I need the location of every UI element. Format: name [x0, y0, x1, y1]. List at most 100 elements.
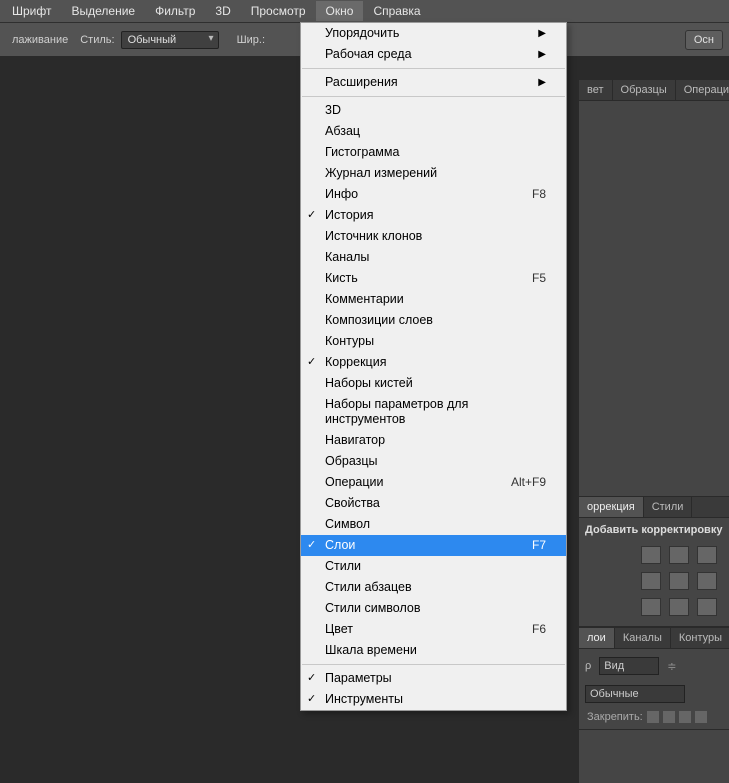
- menu-item[interactable]: КистьF5: [301, 268, 566, 289]
- hue-icon[interactable]: [669, 572, 689, 590]
- menu-item[interactable]: Контуры: [301, 331, 566, 352]
- tab-channels[interactable]: Каналы: [615, 628, 671, 648]
- menu-item[interactable]: Стили: [301, 556, 566, 577]
- menu-item[interactable]: Цвет F6: [301, 619, 566, 640]
- menu-item[interactable]: ОперацииAlt+F9: [301, 472, 566, 493]
- menu-item[interactable]: Журнал измерений: [301, 163, 566, 184]
- lock-all-icon[interactable]: [695, 711, 707, 723]
- tab-swatches[interactable]: Образцы: [613, 80, 676, 100]
- brightness-icon[interactable]: [641, 546, 661, 564]
- menu-item-label: Инфо: [325, 187, 358, 202]
- checkmark-icon: ✓: [307, 671, 316, 686]
- menu-item-label: Стили абзацев: [325, 580, 412, 595]
- blend-mode-select[interactable]: Обычные: [585, 685, 685, 703]
- levels-icon[interactable]: [669, 546, 689, 564]
- checkmark-icon: ✓: [307, 692, 316, 707]
- tab-styles[interactable]: Стили: [644, 497, 693, 517]
- menu-item[interactable]: Свойства: [301, 493, 566, 514]
- menu-item[interactable]: Наборы параметров для инструментов: [301, 394, 566, 430]
- menu-item[interactable]: Навигатор: [301, 430, 566, 451]
- menu-item[interactable]: ✓СлоиF7: [301, 535, 566, 556]
- submenu-arrow-icon: ▶: [538, 26, 546, 41]
- vibrance-icon[interactable]: [641, 572, 661, 590]
- menu-item[interactable]: Стили абзацев: [301, 577, 566, 598]
- menu-filter[interactable]: Фильтр: [145, 1, 205, 21]
- submenu-arrow-icon: ▶: [538, 47, 546, 62]
- menu-item[interactable]: Композиции слоев: [301, 310, 566, 331]
- lock-position-icon[interactable]: [679, 711, 691, 723]
- adjustments-panel: Добавить корректировку: [579, 518, 729, 627]
- menu-item-label: Контуры: [325, 334, 374, 349]
- menu-item-label: Параметры: [325, 671, 392, 686]
- menu-view[interactable]: Просмотр: [241, 1, 316, 21]
- menu-item[interactable]: Расширения ▶: [301, 72, 566, 93]
- menu-3d[interactable]: 3D: [205, 1, 240, 21]
- menu-item[interactable]: Каналы: [301, 247, 566, 268]
- menu-item-label: Журнал измерений: [325, 166, 437, 181]
- menu-item[interactable]: Рабочая среда ▶: [301, 44, 566, 65]
- menu-item[interactable]: Стили символов: [301, 598, 566, 619]
- menu-item[interactable]: Комментарии: [301, 289, 566, 310]
- lock-row: Закрепить:: [581, 707, 727, 727]
- menu-item-label: Абзац: [325, 124, 360, 139]
- checkmark-icon: ✓: [307, 208, 316, 223]
- menu-item-label: Стили символов: [325, 601, 421, 616]
- posterize-icon[interactable]: [669, 598, 689, 616]
- menu-item-label: Гистограмма: [325, 145, 399, 160]
- menu-item-label: Слои: [325, 538, 355, 553]
- menu-item-label: Цвет: [325, 622, 353, 637]
- menu-item-label: Кисть: [325, 271, 358, 286]
- menu-item[interactable]: Шкала времени: [301, 640, 566, 661]
- menu-item[interactable]: Символ: [301, 514, 566, 535]
- layers-tabs: лои Каналы Контуры: [579, 628, 729, 649]
- lock-pixels-icon[interactable]: [647, 711, 659, 723]
- window-dropdown-menu: Упорядочить▶ Рабочая среда ▶ Расширения ▶ 3D А…: [300, 22, 567, 711]
- menu-item[interactable]: ИнфоF8: [301, 184, 566, 205]
- menu-item[interactable]: Источник клонов: [301, 226, 566, 247]
- menu-item-label: История: [325, 208, 373, 223]
- menu-item[interactable]: ✓ Параметры: [301, 668, 566, 689]
- top-tabs: вет Образцы Операции Ис: [579, 80, 729, 101]
- tab-adjustments[interactable]: оррекция: [579, 497, 644, 517]
- layer-kind-select[interactable]: Вид: [599, 657, 659, 675]
- menu-item[interactable]: ✓Коррекция: [301, 352, 566, 373]
- tab-layers[interactable]: лои: [579, 628, 615, 648]
- menu-item[interactable]: Абзац: [301, 121, 566, 142]
- menu-item-label: Комментарии: [325, 292, 404, 307]
- curves-icon[interactable]: [697, 546, 717, 564]
- menu-item[interactable]: ✓Инструменты: [301, 689, 566, 710]
- tab-actions[interactable]: Операции: [676, 80, 729, 100]
- tab-color[interactable]: вет: [579, 80, 613, 100]
- right-panels: вет Образцы Операции Ис оррекция Стили Д…: [578, 80, 729, 783]
- menu-font[interactable]: Шрифт: [2, 1, 61, 21]
- menu-item-label: Символ: [325, 517, 370, 532]
- adjustments-tabs: оррекция Стили: [579, 497, 729, 518]
- balance-icon[interactable]: [697, 572, 717, 590]
- smoothing-label: лаживание: [12, 34, 68, 46]
- invert-icon[interactable]: [641, 598, 661, 616]
- menu-item[interactable]: ✓ История: [301, 205, 566, 226]
- lock-paint-icon[interactable]: [663, 711, 675, 723]
- menu-item-label: Рабочая среда: [325, 47, 412, 62]
- menu-item[interactable]: Упорядочить▶: [301, 23, 566, 44]
- submenu-arrow-icon: ▶: [538, 75, 546, 90]
- menu-item-shortcut: F6: [532, 622, 546, 637]
- style-dropdown[interactable]: Обычный: [121, 31, 219, 49]
- threshold-icon[interactable]: [697, 598, 717, 616]
- layers-panel: ρ Вид ≑ Обычные Закрепить:: [579, 649, 729, 730]
- menu-item[interactable]: Наборы кистей: [301, 373, 566, 394]
- menu-item[interactable]: 3D: [301, 100, 566, 121]
- menu-item-label: Образцы: [325, 454, 378, 469]
- menu-window[interactable]: Окно: [316, 1, 364, 21]
- menu-select[interactable]: Выделение: [61, 1, 145, 21]
- menu-item[interactable]: Гистограмма: [301, 142, 566, 163]
- menu-item[interactable]: Образцы: [301, 451, 566, 472]
- menu-item-label: Расширения: [325, 75, 398, 90]
- style-value: Обычный: [128, 34, 177, 46]
- tab-paths[interactable]: Контуры: [671, 628, 729, 648]
- menu-item-label: Наборы кистей: [325, 376, 413, 391]
- essentials-button[interactable]: Осн: [685, 30, 723, 50]
- adjustments-title: Добавить корректировку: [585, 524, 723, 536]
- menu-help[interactable]: Справка: [363, 1, 430, 21]
- menu-item-label: Композиции слоев: [325, 313, 433, 328]
